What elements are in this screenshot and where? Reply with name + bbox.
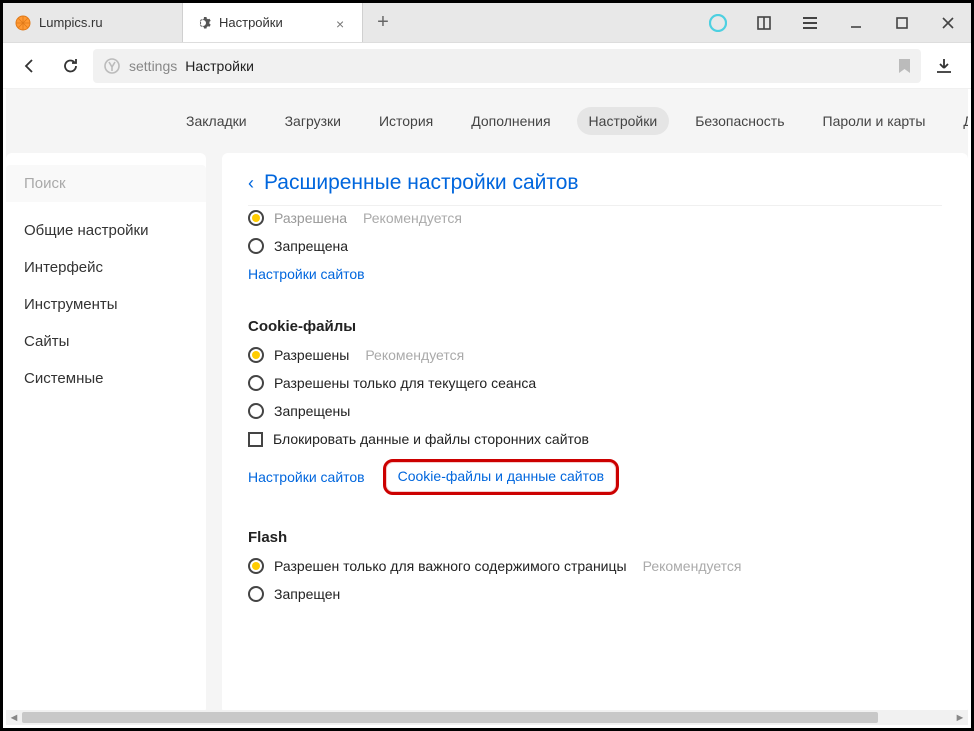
addr-prefix: settings [129, 58, 177, 74]
sidebar-item-sites[interactable]: Сайты [6, 323, 206, 360]
maximize-button[interactable] [879, 3, 925, 43]
window-controls [695, 3, 971, 42]
section-cookies: Cookie-файлы Разрешены Рекомендуется Раз… [248, 318, 942, 495]
sidebar-item-tools[interactable]: Инструменты [6, 286, 206, 323]
sidebar-item-general[interactable]: Общие настройки [6, 212, 206, 249]
opt-label: Разрешена [274, 210, 347, 226]
browser-window: Lumpics.ru Настройки × + [0, 0, 974, 731]
section-flash: Flash Разрешен только для важного содерж… [248, 529, 942, 602]
topnav-other[interactable]: Другие ус [951, 107, 968, 135]
tab-lumpics[interactable]: Lumpics.ru [3, 3, 183, 42]
address-bar: settings Настройки [3, 43, 971, 89]
topnav-security[interactable]: Безопасность [683, 107, 796, 135]
topnav-downloads[interactable]: Загрузки [273, 107, 353, 135]
topnav-bookmarks[interactable]: Закладки [174, 107, 259, 135]
opt-label: Разрешены только для текущего сеанса [274, 375, 536, 391]
bookmark-icon[interactable] [898, 58, 911, 74]
opt-label: Запрещена [274, 238, 348, 254]
section-prev: Разрешена Рекомендуется Запрещена Настро… [248, 210, 942, 284]
scroll-track[interactable] [22, 710, 952, 725]
gear-icon [195, 15, 211, 31]
menu-icon[interactable] [787, 3, 833, 43]
radio-cookies-allowed[interactable] [248, 347, 264, 363]
radio-allowed[interactable] [248, 210, 264, 226]
yandex-icon [103, 57, 121, 75]
close-icon[interactable]: × [336, 16, 350, 30]
opt-rec: Рекомендуется [643, 558, 742, 574]
settings-sidebar: Поиск Общие настройки Интерфейс Инструме… [6, 153, 206, 710]
main-title[interactable]: Расширенные настройки сайтов [264, 171, 579, 195]
tab-settings[interactable]: Настройки × [183, 3, 363, 42]
opt-label: Запрещены [274, 403, 350, 419]
downloads-icon[interactable] [927, 49, 961, 83]
address-input[interactable]: settings Настройки [93, 49, 921, 83]
highlighted-link: Cookie-файлы и данные сайтов [383, 459, 619, 495]
link-site-settings[interactable]: Настройки сайтов [248, 469, 365, 485]
radio-forbidden[interactable] [248, 238, 264, 254]
sidebar-item-system[interactable]: Системные [6, 360, 206, 397]
checkbox-block-thirdparty[interactable] [248, 432, 263, 447]
tab-bar: Lumpics.ru Настройки × + [3, 3, 971, 43]
scroll-right-icon[interactable]: ► [952, 712, 968, 724]
topnav-passwords[interactable]: Пароли и карты [811, 107, 938, 135]
settings-main-panel: ‹ Расширенные настройки сайтов Разрешена… [222, 153, 968, 710]
new-tab-button[interactable]: + [363, 3, 403, 42]
minimize-button[interactable] [833, 3, 879, 43]
opt-label: Разрешен только для важного содержимого … [274, 558, 627, 574]
opt-label: Блокировать данные и файлы сторонних сай… [273, 431, 589, 447]
radio-cookies-session[interactable] [248, 375, 264, 391]
settings-topnav: Закладки Загрузки История Дополнения Нас… [6, 89, 968, 153]
opt-label: Разрешены [274, 347, 349, 363]
opt-label: Запрещен [274, 586, 340, 602]
topnav-history[interactable]: История [367, 107, 445, 135]
radio-cookies-forbidden[interactable] [248, 403, 264, 419]
topnav-settings[interactable]: Настройки [577, 107, 670, 135]
orange-favicon [15, 15, 31, 31]
topnav-addons[interactable]: Дополнения [459, 107, 562, 135]
tab-title: Lumpics.ru [39, 15, 170, 30]
alice-icon[interactable] [695, 3, 741, 43]
section-title: Flash [248, 529, 942, 546]
sidebar-item-interface[interactable]: Интерфейс [6, 249, 206, 286]
page-content: Закладки Загрузки История Дополнения Нас… [6, 89, 968, 710]
link-site-settings[interactable]: Настройки сайтов [248, 266, 365, 282]
opt-rec: Рекомендуется [365, 347, 464, 363]
radio-flash-forbidden[interactable] [248, 586, 264, 602]
scroll-thumb[interactable] [22, 712, 878, 723]
horizontal-scrollbar[interactable]: ◄ ► [6, 710, 968, 725]
radio-flash-important[interactable] [248, 558, 264, 574]
scroll-left-icon[interactable]: ◄ [6, 712, 22, 724]
sidebar-search[interactable]: Поиск [6, 165, 206, 202]
back-chevron-icon[interactable]: ‹ [248, 173, 254, 194]
reload-button[interactable] [53, 49, 87, 83]
close-window-button[interactable] [925, 3, 971, 43]
link-cookie-data[interactable]: Cookie-файлы и данные сайтов [398, 468, 604, 484]
back-button[interactable] [13, 49, 47, 83]
opt-rec: Рекомендуется [363, 210, 462, 226]
section-title: Cookie-файлы [248, 318, 942, 335]
main-header: ‹ Расширенные настройки сайтов [248, 171, 942, 206]
tableau-icon[interactable] [741, 3, 787, 43]
tab-title: Настройки [219, 15, 328, 30]
addr-title: Настройки [185, 58, 254, 74]
